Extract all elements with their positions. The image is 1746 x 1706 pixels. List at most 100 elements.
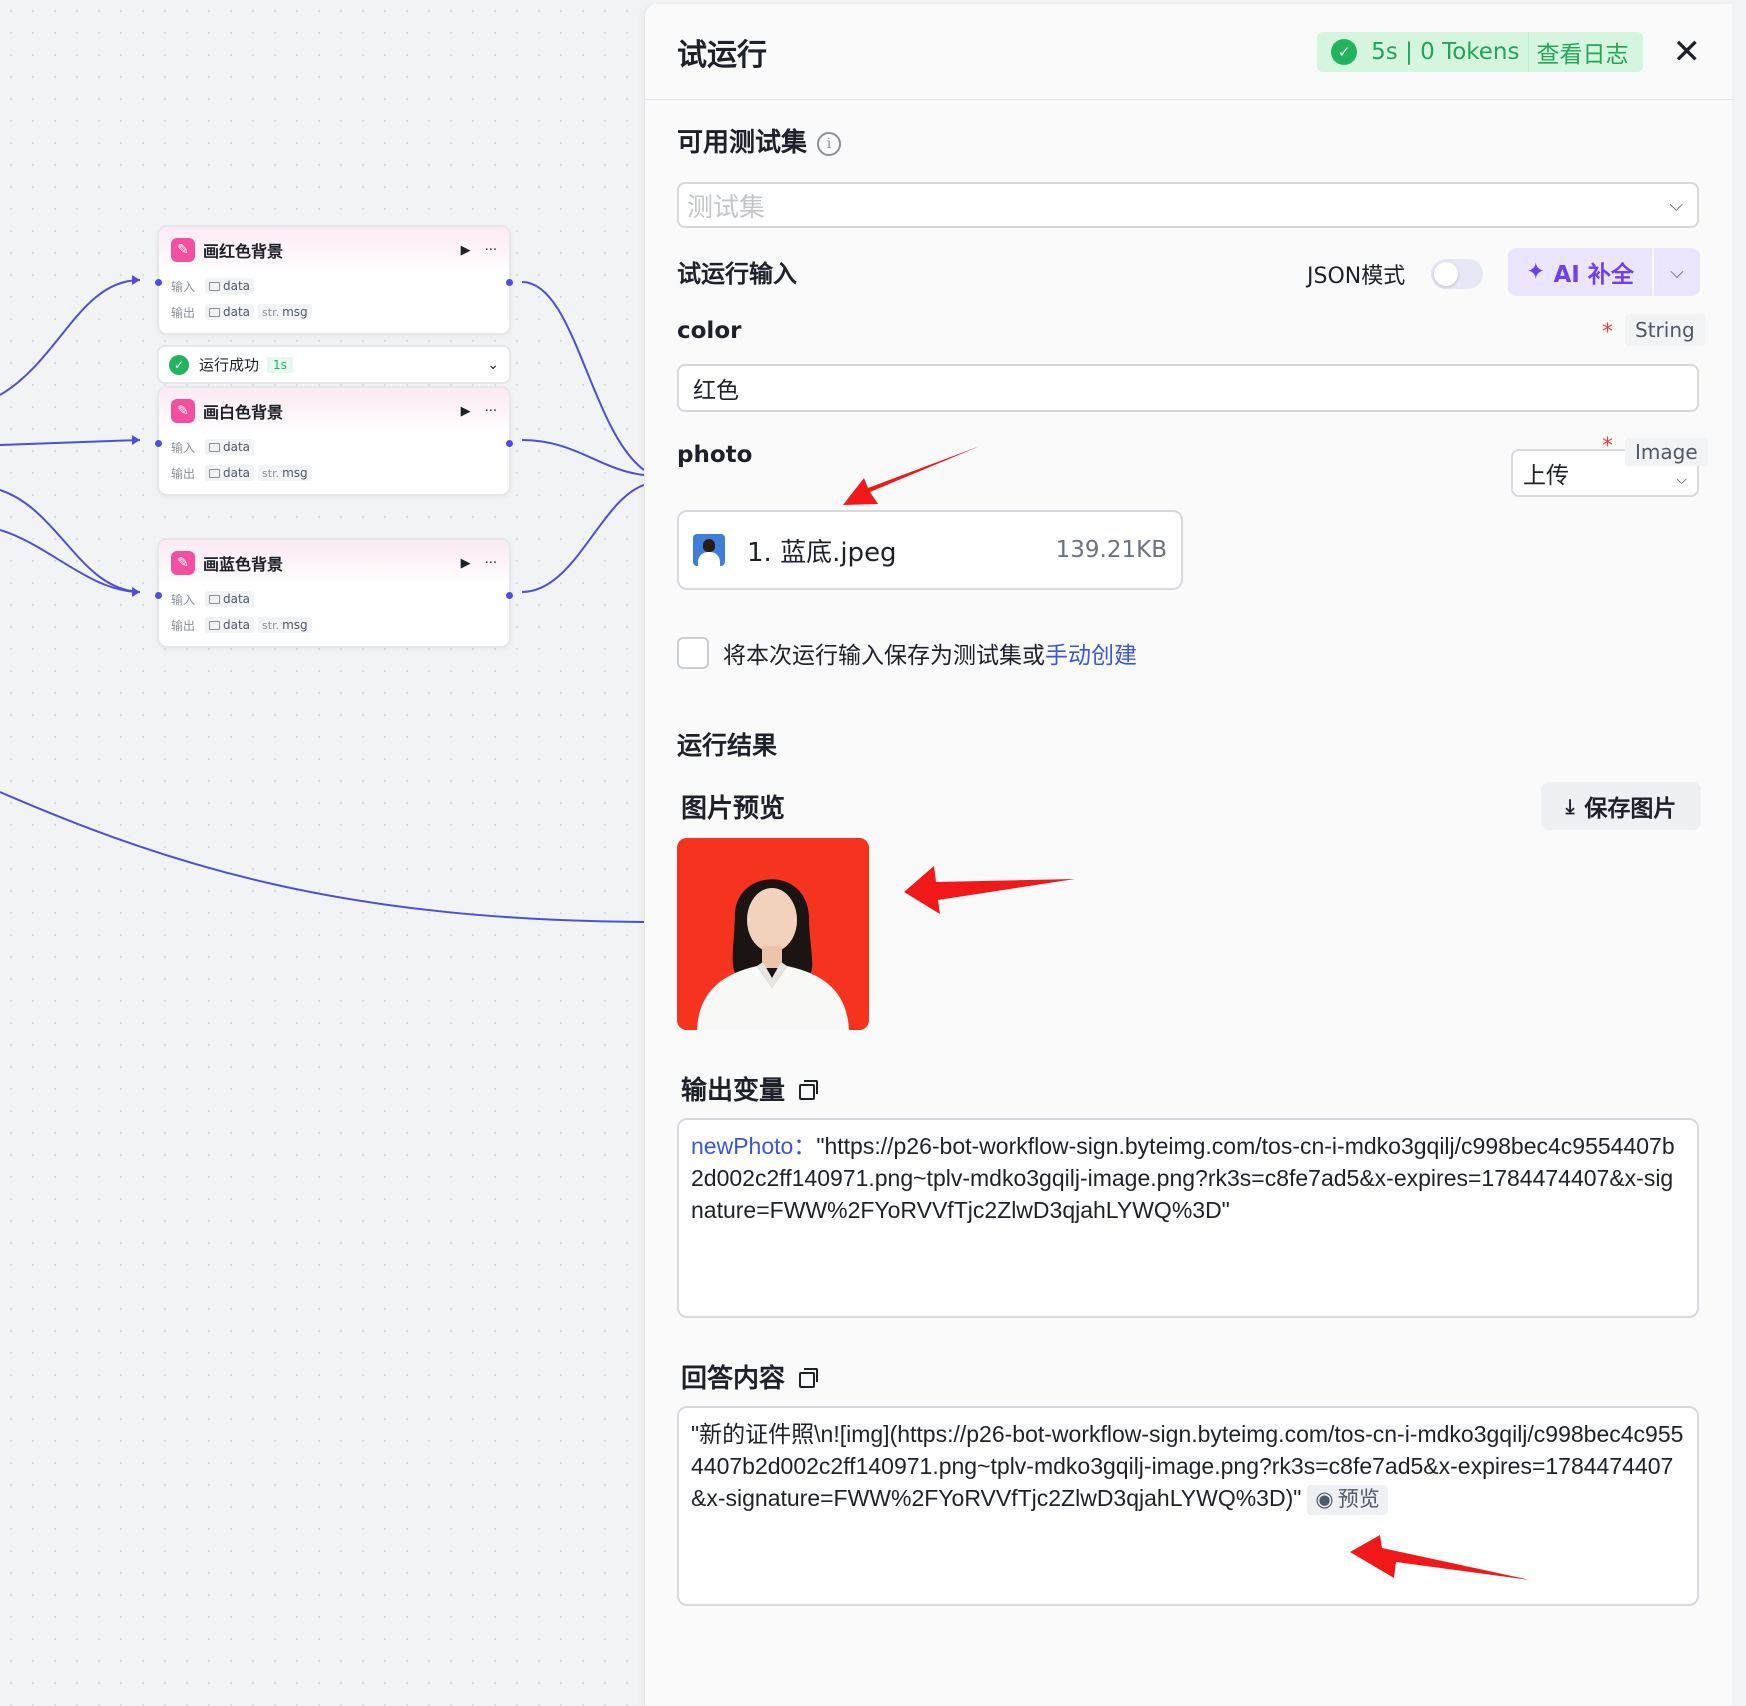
- edge-to-blue-node-1: [0, 489, 141, 593]
- node-run-status[interactable]: ✓ 运行成功 1s ⌄: [157, 345, 511, 384]
- ai-complete-button[interactable]: ✦ AI 补全: [1508, 248, 1652, 296]
- run-node-icon[interactable]: ▶: [461, 556, 471, 571]
- node-title: 画蓝色背景: [203, 555, 284, 574]
- color-type-tag: String: [1625, 314, 1705, 346]
- run-stats-badge: ✓ 5s | 0 Tokens 查看日志: [1317, 31, 1643, 72]
- json-mode-toggle[interactable]: [1431, 259, 1483, 289]
- edge-to-red-node: [0, 279, 141, 396]
- output-vars-box[interactable]: newPhoto："https://p26-bot-workflow-sign.…: [677, 1118, 1699, 1318]
- output-var-key: newPhoto：: [691, 1133, 817, 1159]
- image-preview-title: 图片预览: [681, 794, 786, 824]
- output-port[interactable]: [506, 592, 513, 599]
- input-label: 输入: [171, 592, 196, 607]
- manual-create-link[interactable]: 手动创建: [1045, 636, 1137, 670]
- run-node-icon[interactable]: ▶: [461, 404, 471, 419]
- workflow-node-white[interactable]: ✎ 画白色背景 ▶ ··· 输入 data 输出 data str. msg: [155, 386, 513, 496]
- file-size: 139.21KB: [1055, 537, 1167, 563]
- output-label: 输出: [171, 305, 196, 320]
- save-test-set-text: 将本次运行输入保存为测试集或: [723, 643, 1045, 669]
- photo-type-tag: Image: [1625, 438, 1708, 466]
- run-result-title: 运行结果: [677, 731, 778, 760]
- file-name: 1. 蓝底.jpeg: [747, 537, 897, 568]
- answer-title: 回答内容: [681, 1358, 819, 1395]
- save-image-button[interactable]: ⤓ 保存图片: [1541, 782, 1701, 830]
- image-type-icon: [209, 468, 220, 478]
- edge-long: [0, 791, 644, 923]
- result-image-preview[interactable]: [677, 838, 869, 1030]
- required-star: *: [1602, 320, 1613, 345]
- edge-from-blue-node: [521, 484, 644, 593]
- output-var-pill: data: [205, 465, 255, 481]
- photo-field-label: photo: [677, 442, 753, 468]
- more-icon[interactable]: ···: [485, 556, 497, 571]
- chevron-down-icon: ⌵: [1676, 472, 1687, 488]
- download-icon: ⤓: [1565, 794, 1575, 818]
- input-var-pill: data: [205, 591, 255, 607]
- answer-box[interactable]: "新的证件照\n![img](https://p26-bot-workflow-…: [677, 1406, 1699, 1606]
- view-log-link[interactable]: 查看日志: [1537, 35, 1629, 69]
- input-port[interactable]: [155, 279, 162, 286]
- output-var-pill: str. msg: [258, 617, 312, 633]
- image-edit-icon: ✎: [171, 399, 195, 423]
- color-field-label: color: [677, 318, 742, 344]
- success-check-icon: ✓: [1331, 38, 1358, 65]
- copy-icon[interactable]: [799, 1367, 819, 1388]
- output-port[interactable]: [506, 440, 513, 447]
- edge-from-white-node: [521, 439, 644, 476]
- edge-arrowhead: [132, 435, 140, 445]
- close-icon[interactable]: ✕: [1673, 32, 1702, 72]
- edge-to-white-node: [0, 439, 141, 446]
- output-port[interactable]: [506, 279, 513, 286]
- uploaded-file-card[interactable]: 1. 蓝底.jpeg 139.21KB: [677, 510, 1183, 590]
- preview-chip[interactable]: ◉ 预览: [1307, 1484, 1388, 1515]
- info-icon[interactable]: i: [817, 131, 842, 156]
- ai-complete-dropdown[interactable]: ⌵: [1654, 248, 1700, 296]
- output-var-value: "https://p26-bot-workflow-sign.byteimg.c…: [691, 1133, 1675, 1223]
- image-type-icon: [209, 442, 220, 452]
- run-stats-text: 5s | 0 Tokens: [1371, 38, 1520, 65]
- output-vars-title: 输出变量: [681, 1070, 819, 1107]
- output-var-pill: str. msg: [258, 465, 312, 481]
- status-text: 运行成功: [199, 356, 260, 374]
- run-input-title: 试运行输入: [677, 260, 797, 288]
- output-var-pill: data: [205, 304, 255, 320]
- eye-icon: ◉: [1315, 1487, 1334, 1511]
- input-var-pill: data: [205, 439, 255, 455]
- save-as-test-set: 将本次运行输入保存为测试集或 手动创建: [677, 636, 1137, 670]
- test-run-panel: 试运行 ✓ 5s | 0 Tokens 查看日志 ✕ 可用测试集 i 测试集 ⌵ …: [644, 4, 1733, 1706]
- more-icon[interactable]: ···: [485, 243, 497, 258]
- chevron-down-icon: ⌵: [1669, 194, 1683, 216]
- input-label: 输入: [171, 440, 196, 455]
- required-star: *: [1602, 434, 1613, 459]
- output-label: 输出: [171, 618, 196, 633]
- output-var-pill: str. msg: [258, 304, 312, 320]
- save-test-set-checkbox[interactable]: [677, 637, 709, 669]
- color-input[interactable]: 红色: [677, 364, 1699, 412]
- upload-label: 上传: [1523, 463, 1569, 489]
- workflow-canvas[interactable]: ✎ 画红色背景 ▶ ··· 输入 data 输出 data str. msg ✓ …: [0, 0, 644, 1706]
- test-set-placeholder: 测试集: [687, 192, 766, 223]
- test-set-title: 可用测试集 i: [677, 122, 842, 159]
- output-label: 输出: [171, 466, 196, 481]
- test-set-select[interactable]: 测试集 ⌵: [677, 182, 1699, 228]
- workflow-node-blue[interactable]: ✎ 画蓝色背景 ▶ ··· 输入 data 输出 data str. msg: [155, 538, 513, 648]
- run-node-icon[interactable]: ▶: [461, 243, 471, 258]
- color-input-value: 红色: [693, 378, 739, 404]
- edge-to-blue-node-2: [0, 529, 141, 593]
- portrait-photo: [677, 838, 869, 1030]
- input-port[interactable]: [155, 440, 162, 447]
- image-type-icon: [209, 281, 220, 291]
- image-type-icon: [209, 594, 220, 604]
- panel-header: 试运行 ✓ 5s | 0 Tokens 查看日志 ✕: [645, 4, 1733, 100]
- image-type-icon: [209, 307, 220, 317]
- chevron-down-icon[interactable]: ⌄: [487, 357, 499, 373]
- image-edit-icon: ✎: [171, 551, 195, 575]
- workflow-node-red[interactable]: ✎ 画红色背景 ▶ ··· 输入 data 输出 data str. msg: [155, 225, 513, 335]
- json-mode-label: JSON模式: [1307, 264, 1406, 289]
- more-icon[interactable]: ···: [485, 404, 497, 419]
- file-thumbnail: [693, 534, 725, 566]
- sparkle-icon: ✦: [1526, 259, 1546, 285]
- input-port[interactable]: [155, 592, 162, 599]
- chevron-down-icon: ⌵: [1670, 261, 1684, 283]
- copy-icon[interactable]: [799, 1079, 819, 1100]
